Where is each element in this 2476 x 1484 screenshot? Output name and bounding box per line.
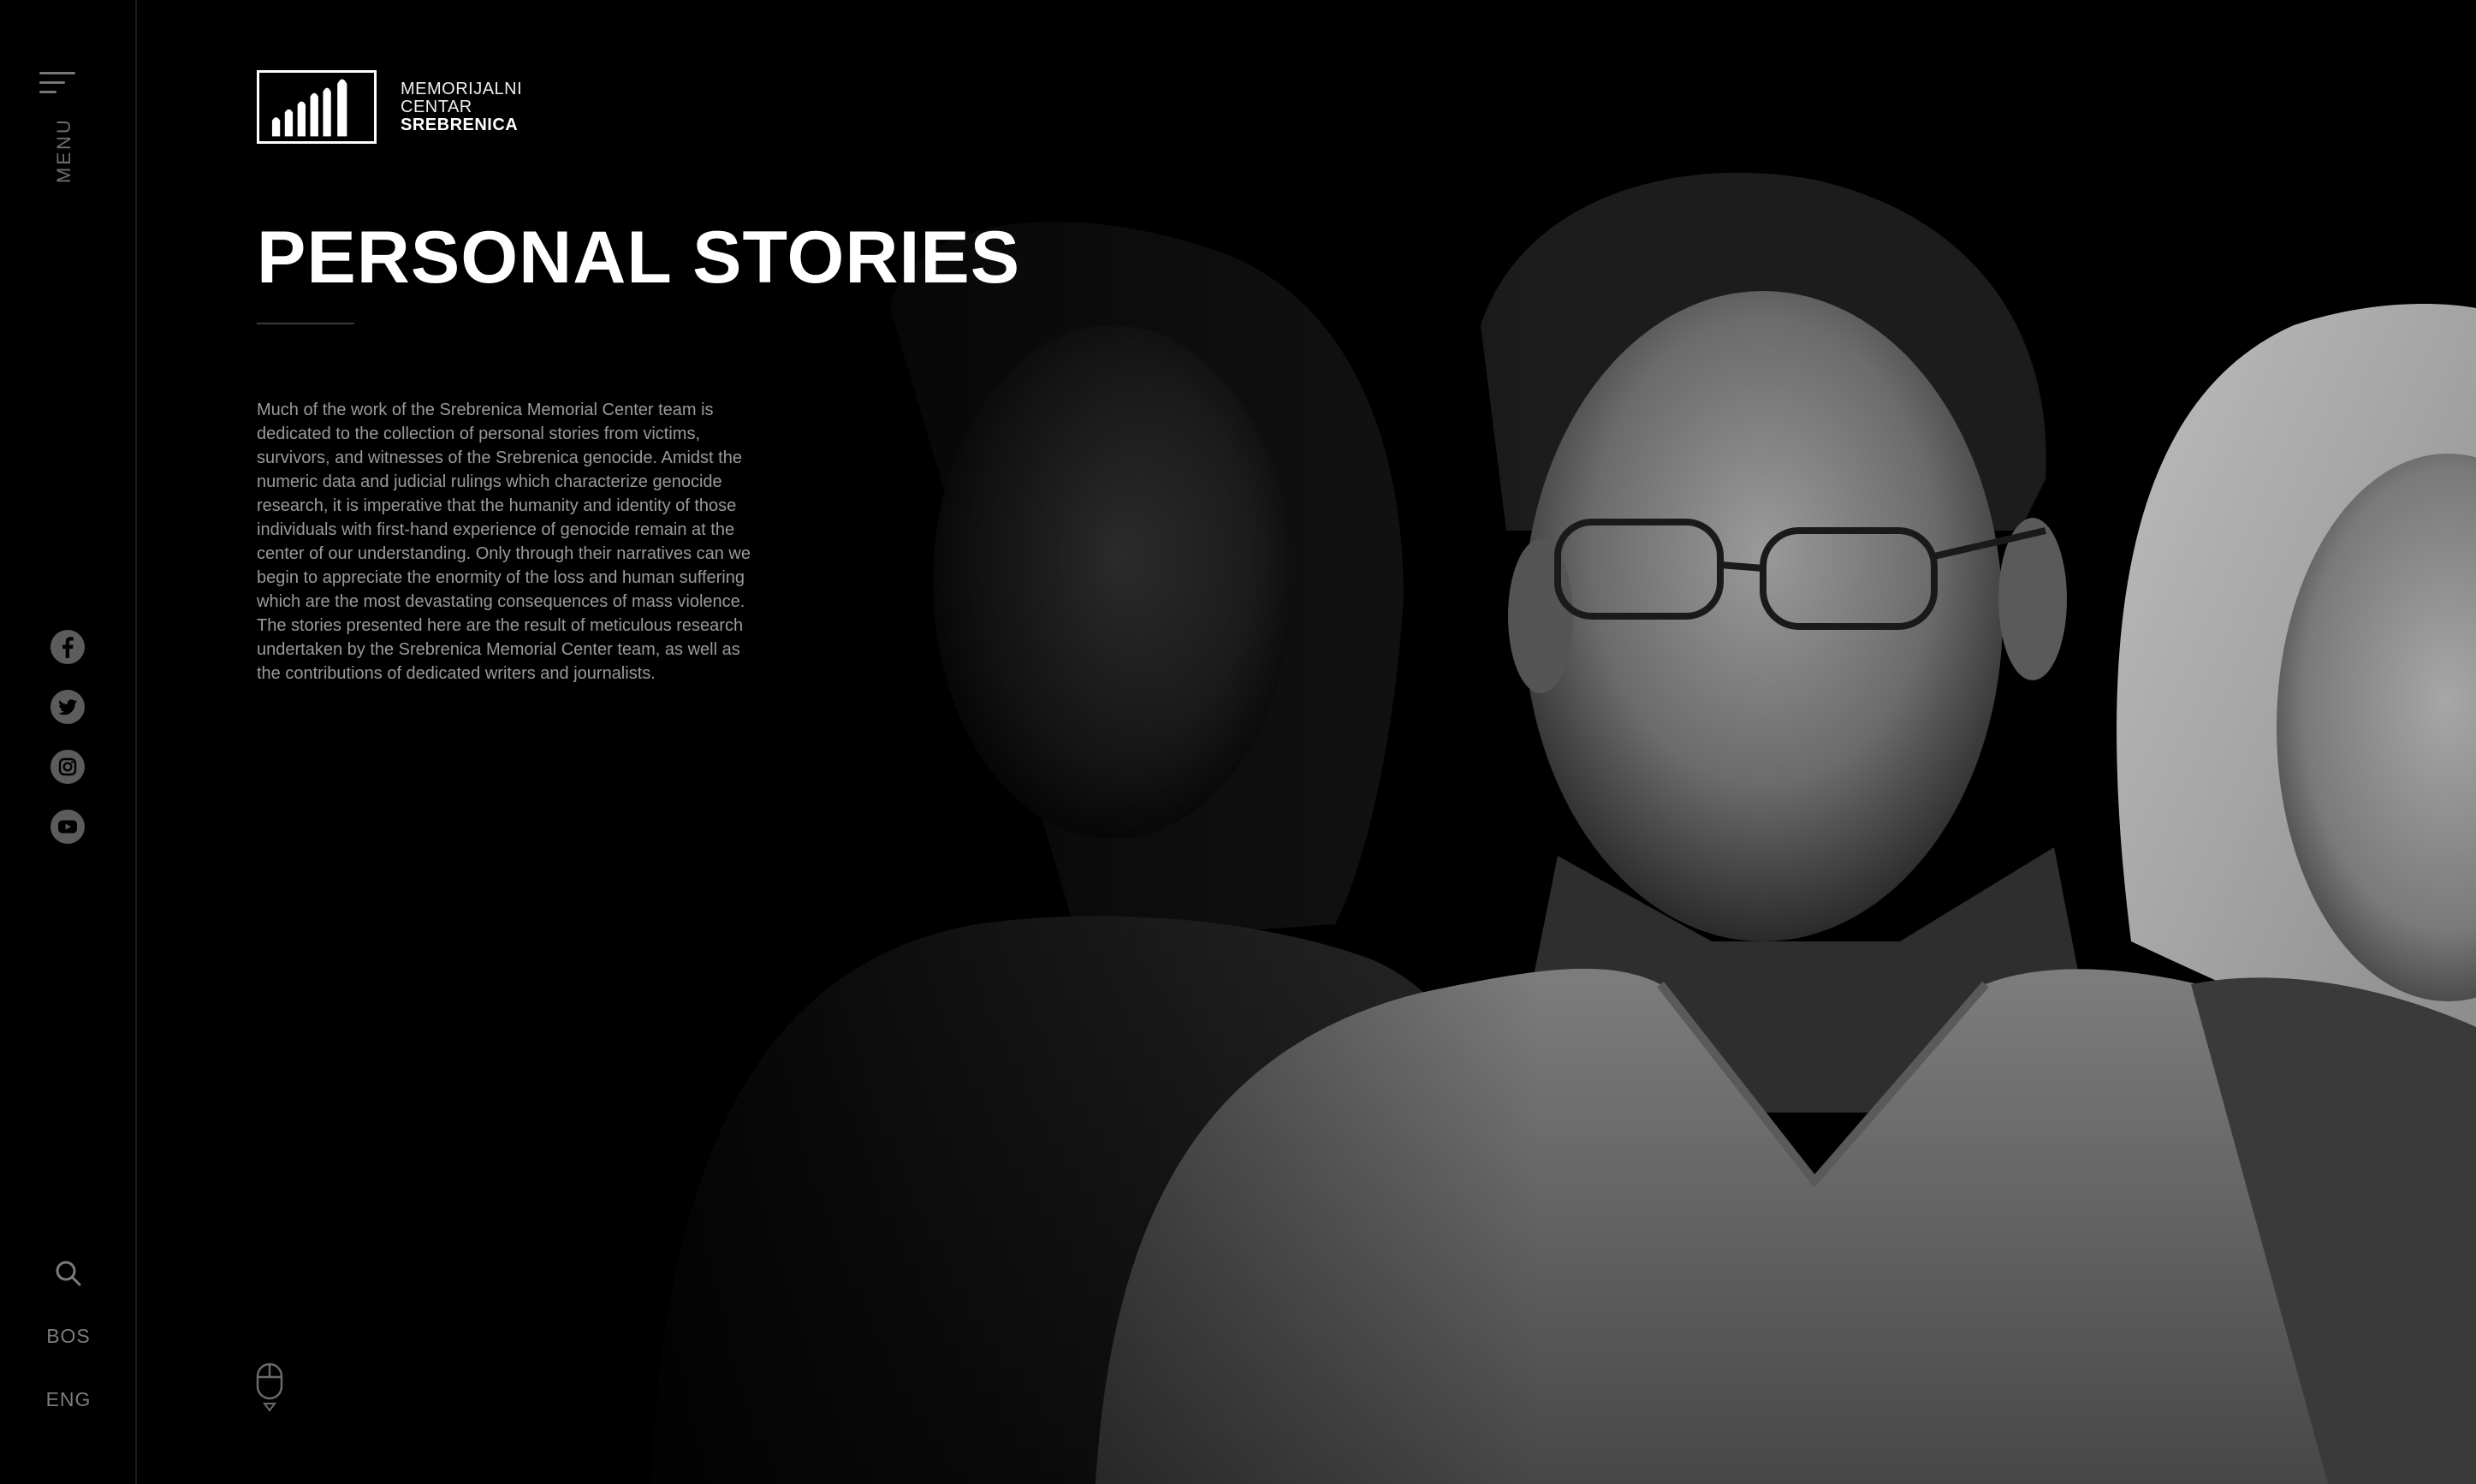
menu-label[interactable]: MENU <box>53 117 75 183</box>
logo-line-2: CENTAR <box>401 97 472 116</box>
page: MENU BOS ENG MEMORIJALNI CENTAR SREBRENI… <box>0 0 2476 1484</box>
page-title: PERSONAL STORIES <box>257 217 1021 299</box>
site-logo[interactable]: MEMORIJALNI CENTAR SREBRENICA <box>257 70 522 144</box>
sidebar: MENU BOS ENG <box>0 0 137 1484</box>
language-bos[interactable]: BOS <box>0 1325 137 1348</box>
language-eng[interactable]: ENG <box>0 1388 137 1411</box>
logo-line-3: SREBRENICA <box>401 115 519 134</box>
hamburger-menu-icon[interactable] <box>39 72 75 98</box>
search-icon[interactable] <box>51 1256 86 1291</box>
intro-paragraph: Much of the work of the Srebrenica Memor… <box>257 401 751 683</box>
youtube-icon[interactable] <box>49 808 86 846</box>
title-divider <box>257 323 354 324</box>
scroll-down-mouse-icon[interactable] <box>255 1362 284 1414</box>
instagram-icon[interactable] <box>49 748 86 786</box>
logo-mark-icon <box>257 70 377 144</box>
twitter-icon[interactable] <box>49 688 86 726</box>
facebook-icon[interactable] <box>49 628 86 666</box>
logo-line-1: MEMORIJALNI <box>401 79 523 98</box>
logo-text: MEMORIJALNI CENTAR SREBRENICA <box>401 80 522 134</box>
